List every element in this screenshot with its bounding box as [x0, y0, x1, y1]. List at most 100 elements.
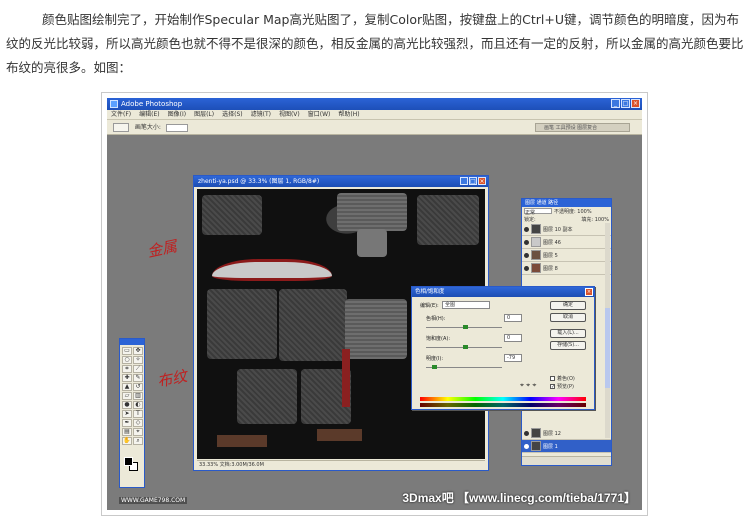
texture-piece: [207, 289, 277, 359]
hue-slider-thumb[interactable]: [463, 325, 468, 329]
heal-tool-icon[interactable]: ✚: [122, 374, 132, 382]
fill-label[interactable]: 填充: 100%: [581, 216, 609, 223]
texture-piece: [237, 369, 297, 424]
gradient-tool-icon[interactable]: ▥: [133, 392, 143, 400]
edit-select[interactable]: 全图: [442, 301, 490, 309]
layers-footer-buttons[interactable]: [522, 456, 611, 465]
marquee-tool-icon[interactable]: ▭: [122, 347, 132, 355]
path-tool-icon[interactable]: ➤: [122, 410, 132, 418]
menu-view[interactable]: 视图(V): [279, 110, 300, 119]
visibility-eye-icon[interactable]: [524, 443, 529, 449]
layer-name: 图层 12: [543, 430, 561, 437]
tool-grid: ▭ ✥ ○ ✧ ⌗ ⟋ ✚ ✎ ▲ ↺ ▱ ▥ ● ◐ ➤ T ✒ ◇ ▤ ⌖: [120, 345, 144, 447]
brush-size-field[interactable]: [165, 123, 188, 132]
notes-tool-icon[interactable]: ▤: [122, 428, 132, 436]
lightness-slider-thumb[interactable]: [432, 365, 437, 369]
eraser-tool-icon[interactable]: ▱: [122, 392, 132, 400]
layer-row[interactable]: 图层 8: [522, 262, 611, 275]
close-icon[interactable]: ×: [631, 99, 640, 108]
app-title: Adobe Photoshop: [121, 100, 183, 108]
layer-row[interactable]: 图层 46: [522, 236, 611, 249]
shape-tool-icon[interactable]: ◇: [133, 419, 143, 427]
opacity-label[interactable]: 不透明度: 100%: [554, 208, 592, 215]
layers-panel-tabs[interactable]: 图层 通道 路径: [522, 199, 611, 207]
menu-help[interactable]: 帮助(H): [338, 110, 359, 119]
menu-file[interactable]: 文件(F): [111, 110, 131, 119]
eyedropper-icon[interactable]: ⌖ ⌖ ⌖: [520, 381, 536, 390]
lasso-tool-icon[interactable]: ○: [122, 356, 132, 364]
saturation-input[interactable]: 0: [504, 334, 522, 342]
screenshot-frame: Adobe Photoshop _ □ × 文件(F) 编辑(E) 图像(I) …: [101, 92, 648, 516]
edit-label: 编辑(E):: [420, 303, 439, 309]
menu-image[interactable]: 图像(I): [168, 110, 186, 119]
visibility-eye-icon[interactable]: [524, 265, 529, 271]
layer-row[interactable]: 图层 10 副本: [522, 223, 611, 236]
metal-collar-texture: [212, 259, 332, 281]
menu-edit[interactable]: 编辑(E): [139, 110, 159, 119]
stamp-tool-icon[interactable]: ▲: [122, 383, 132, 391]
layer-row[interactable]: 图层 12: [522, 427, 611, 440]
save-button[interactable]: 存储(S)...: [550, 341, 586, 350]
hue-input[interactable]: 0: [504, 314, 522, 322]
texture-piece: [417, 195, 479, 245]
blend-mode-select[interactable]: 正常: [524, 208, 552, 216]
dodge-tool-icon[interactable]: ◐: [133, 401, 143, 409]
lightness-input[interactable]: -79: [504, 354, 522, 362]
eyedropper-tool-icon[interactable]: ⌖: [133, 428, 143, 436]
zoom-tool-icon[interactable]: ⌕: [133, 437, 143, 445]
wand-tool-icon[interactable]: ✧: [133, 356, 143, 364]
brush-tool-icon[interactable]: ✎: [133, 374, 143, 382]
document-titlebar[interactable]: zhenti-ya.psd @ 33.3% (图层 1, RGB/8#) _ □…: [194, 176, 488, 187]
doc-close-icon[interactable]: ×: [478, 177, 486, 185]
lightness-slider[interactable]: [426, 367, 502, 368]
menu-window[interactable]: 窗口(W): [308, 110, 331, 119]
brush-preset-icon[interactable]: [113, 123, 129, 132]
move-tool-icon[interactable]: ✥: [133, 347, 143, 355]
texture-piece: [217, 435, 267, 447]
window-controls: _ □ ×: [611, 99, 640, 108]
history-brush-icon[interactable]: ↺: [133, 383, 143, 391]
pen-tool-icon[interactable]: ✒: [122, 419, 132, 427]
load-button[interactable]: 载入(L)...: [550, 329, 586, 338]
doc-minimize-icon[interactable]: _: [460, 177, 468, 185]
layers-scrollbar[interactable]: [605, 223, 610, 438]
visibility-eye-icon[interactable]: [524, 239, 529, 245]
visibility-eye-icon[interactable]: [524, 252, 529, 258]
layer-list-bottom: 图层 12 图层 1: [522, 427, 611, 453]
texture-piece: [342, 349, 350, 407]
watermark-left: WWW.GAME798.COM: [119, 497, 188, 504]
palette-well[interactable]: 画笔 工具预设 图层复合: [535, 123, 630, 132]
menu-layer[interactable]: 图层(L): [194, 110, 214, 119]
checkbox-checked-icon[interactable]: ✓: [550, 384, 555, 390]
dialog-titlebar[interactable]: 色相/饱和度 ×: [412, 287, 594, 297]
layer-row[interactable]: 图层 5: [522, 249, 611, 262]
type-tool-icon[interactable]: T: [133, 410, 143, 418]
layer-thumbnail: [531, 428, 541, 438]
dialog-close-icon[interactable]: ×: [585, 288, 593, 296]
visibility-eye-icon[interactable]: [524, 430, 529, 436]
layer-name: 图层 5: [543, 252, 558, 259]
menu-select[interactable]: 选择(S): [222, 110, 243, 119]
colorize-checkbox[interactable]: 着色(O): [550, 375, 575, 382]
blur-tool-icon[interactable]: ●: [122, 401, 132, 409]
preview-checkbox[interactable]: ✓ 预览(P): [550, 383, 574, 390]
layer-row-active[interactable]: 图层 1: [522, 440, 611, 453]
checkbox-icon[interactable]: [550, 376, 555, 381]
crop-tool-icon[interactable]: ⌗: [122, 365, 132, 373]
menu-filter[interactable]: 滤镜(T): [251, 110, 271, 119]
photoshop-icon: [110, 100, 118, 108]
minimize-icon[interactable]: _: [611, 99, 620, 108]
spectrum-bar-top: [420, 397, 586, 401]
visibility-eye-icon[interactable]: [524, 226, 529, 232]
cancel-button[interactable]: 取消: [550, 313, 586, 322]
options-label: 画笔大小:: [134, 124, 161, 131]
doc-maximize-icon[interactable]: □: [469, 177, 477, 185]
hand-tool-icon[interactable]: ✋: [122, 437, 132, 445]
foreground-color-swatch[interactable]: [124, 457, 133, 466]
ok-button[interactable]: 确定: [550, 301, 586, 310]
maximize-icon[interactable]: □: [621, 99, 630, 108]
slice-tool-icon[interactable]: ⟋: [133, 365, 143, 373]
saturation-slider-thumb[interactable]: [463, 345, 468, 349]
blend-row: 正常 不透明度: 100%: [522, 207, 611, 216]
hue-label: 色相(H):: [426, 316, 446, 322]
